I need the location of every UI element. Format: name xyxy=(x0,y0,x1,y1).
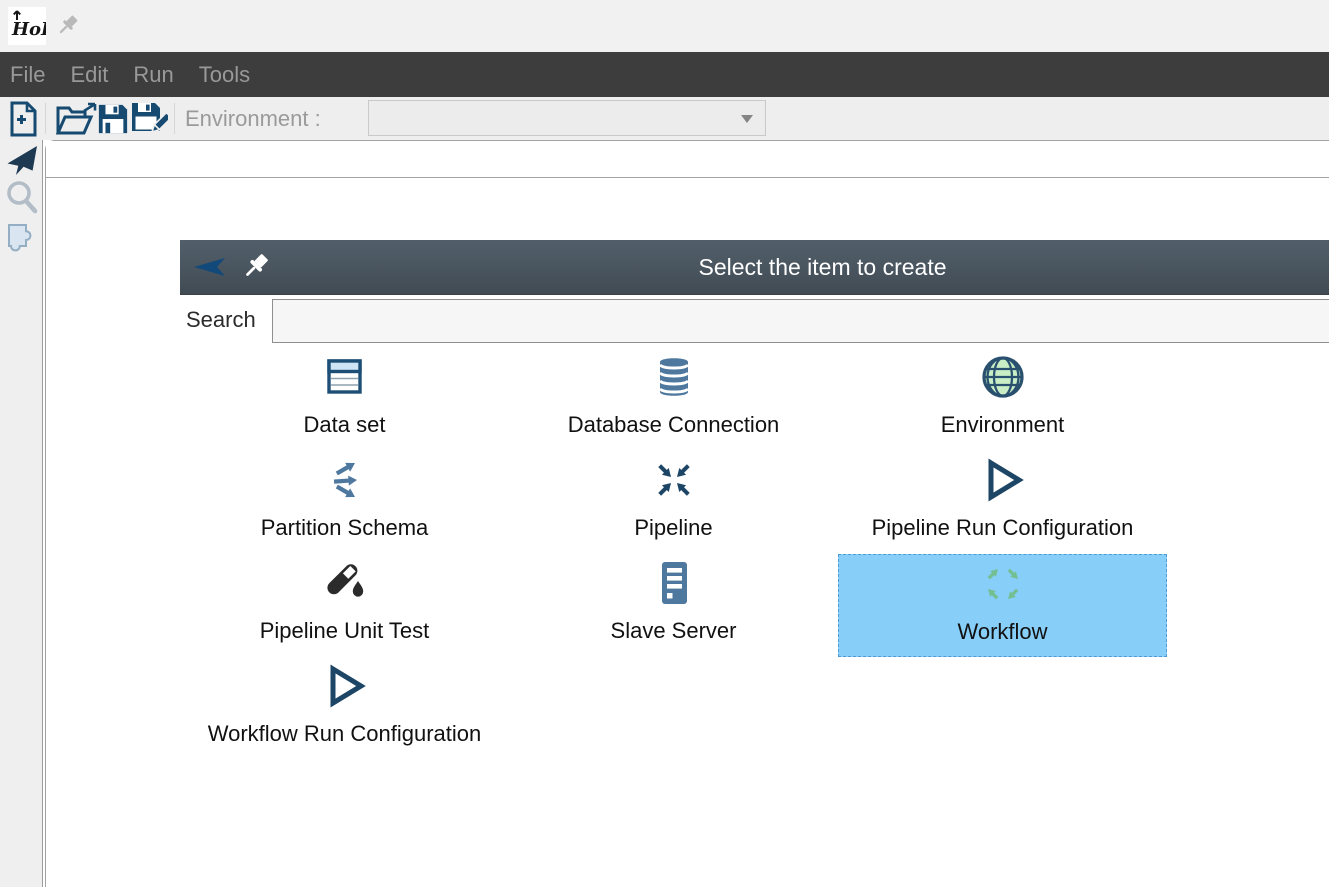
item-label: Workflow xyxy=(957,619,1047,645)
plugins-perspective-button[interactable] xyxy=(4,219,40,253)
item-label: Pipeline Run Configuration xyxy=(872,515,1134,541)
item-workflow-run-configuration[interactable]: Workflow Run Configuration xyxy=(180,657,509,760)
item-pipeline-unit-test[interactable]: Pipeline Unit Test xyxy=(180,554,509,657)
open-file-icon xyxy=(56,102,98,136)
puzzle-icon xyxy=(6,219,38,253)
save-file-button[interactable] xyxy=(96,97,130,140)
create-item-dialog: Select the item to create Search Data se… xyxy=(180,240,1329,760)
dialog-title: Select the item to create xyxy=(180,254,1329,281)
menu-file[interactable]: File xyxy=(10,62,45,88)
perspective-sidebar xyxy=(0,140,43,887)
environment-combo[interactable] xyxy=(368,100,766,136)
item-label: Pipeline xyxy=(634,515,712,541)
item-grid: Data set Database Connection xyxy=(180,348,1167,760)
item-partition-schema[interactable]: Partition Schema xyxy=(180,451,509,554)
hop-logo: HoP xyxy=(8,7,46,45)
new-file-icon xyxy=(8,101,38,137)
data-orchestration-perspective-button[interactable] xyxy=(4,143,40,177)
workflow-icon xyxy=(983,564,1023,604)
database-icon xyxy=(652,354,696,400)
toolbar-separator xyxy=(174,103,175,134)
pin-icon[interactable] xyxy=(54,13,80,44)
globe-icon xyxy=(980,354,1026,400)
run-configuration-icon xyxy=(321,664,369,708)
item-label: Workflow Run Configuration xyxy=(208,721,482,747)
item-label: Data set xyxy=(304,412,386,438)
search-input[interactable] xyxy=(272,299,1329,343)
item-label: Slave Server xyxy=(611,618,737,644)
pipeline-icon xyxy=(651,457,697,503)
save-as-button[interactable] xyxy=(129,97,169,140)
menu-bar: File Edit Run Tools xyxy=(0,52,1329,97)
menu-run[interactable]: Run xyxy=(133,62,173,88)
environment-combo-input[interactable] xyxy=(369,101,749,135)
window-titlebar: HoP xyxy=(0,0,1329,52)
menu-tools[interactable]: Tools xyxy=(199,62,250,88)
new-file-button[interactable] xyxy=(5,97,41,140)
search-perspective-button[interactable] xyxy=(4,179,40,216)
item-label: Database Connection xyxy=(568,412,780,438)
search-row: Search xyxy=(180,295,1329,348)
dialog-header: Select the item to create xyxy=(180,240,1329,295)
chevron-down-icon[interactable] xyxy=(741,115,753,123)
save-as-icon xyxy=(130,101,168,137)
svg-text:HoP: HoP xyxy=(11,19,46,40)
slave-server-icon xyxy=(654,560,694,606)
run-configuration-icon xyxy=(979,458,1027,502)
data-set-icon xyxy=(323,356,367,398)
toolbar-separator xyxy=(45,103,46,134)
item-workflow[interactable]: Workflow xyxy=(838,554,1167,657)
item-label: Partition Schema xyxy=(261,515,429,541)
item-label: Environment xyxy=(941,412,1065,438)
item-pipeline[interactable]: Pipeline xyxy=(509,451,838,554)
main-toolbar: Environment : xyxy=(0,97,1329,140)
tab-strip xyxy=(46,141,1329,178)
menu-edit[interactable]: Edit xyxy=(70,62,108,88)
item-pipeline-run-configuration[interactable]: Pipeline Run Configuration xyxy=(838,451,1167,554)
environment-label: Environment : xyxy=(185,97,321,140)
save-icon xyxy=(97,103,129,135)
item-database-connection[interactable]: Database Connection xyxy=(509,348,838,451)
partition-schema-icon xyxy=(322,456,368,504)
item-slave-server[interactable]: Slave Server xyxy=(509,554,838,657)
arrow-left-icon xyxy=(193,257,225,282)
unit-test-icon xyxy=(320,559,370,607)
item-label: Pipeline Unit Test xyxy=(260,618,430,644)
item-environment[interactable]: Environment xyxy=(838,348,1167,451)
paper-plane-icon xyxy=(5,143,39,177)
search-icon xyxy=(5,179,39,216)
item-data-set[interactable]: Data set xyxy=(180,348,509,451)
dialog-pin-icon[interactable] xyxy=(239,251,271,288)
open-file-button[interactable] xyxy=(55,97,99,140)
search-label: Search xyxy=(186,307,256,333)
